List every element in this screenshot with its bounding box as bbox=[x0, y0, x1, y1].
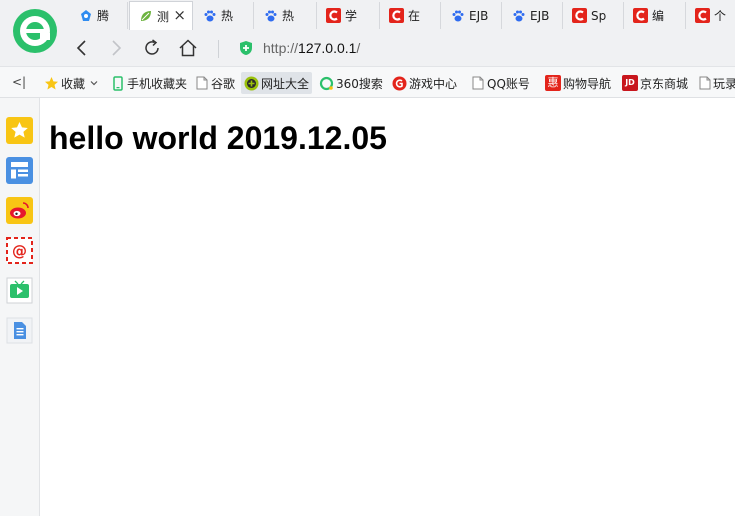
tab-title: 热 bbox=[221, 9, 234, 23]
spring-leaf-icon bbox=[138, 9, 153, 24]
tab-csdn-5[interactable]: 个 bbox=[687, 2, 735, 29]
page-icon bbox=[699, 76, 711, 91]
bookmark-url-directory[interactable]: 网址大全 bbox=[241, 72, 313, 94]
sidebar-toggle-icon[interactable]: <| bbox=[12, 75, 26, 89]
bookmark-label: QQ账号 bbox=[487, 76, 530, 91]
csdn-icon bbox=[326, 8, 341, 23]
bookmark-label: 手机收藏夹 bbox=[127, 76, 188, 91]
tencent-icon bbox=[78, 8, 93, 23]
hui-glyph: 惠 bbox=[547, 76, 559, 89]
bookmark-360-search[interactable]: 360搜索 bbox=[319, 74, 383, 92]
page-viewport: hello world 2019.12.05 bbox=[40, 98, 735, 516]
weibo-icon[interactable] bbox=[6, 197, 33, 224]
bookmark-label: 玩录 bbox=[713, 76, 735, 91]
bookmark-label: 360搜索 bbox=[336, 76, 383, 91]
side-panel: @ bbox=[0, 98, 40, 516]
toolbar-divider bbox=[218, 40, 219, 58]
jd-glyph: JD bbox=[625, 78, 635, 87]
bookmark-label: 京东商城 bbox=[640, 76, 689, 91]
bookmark-shopping-nav[interactable]: 惠 购物导航 bbox=[545, 74, 611, 92]
baidu-paw-icon bbox=[263, 8, 278, 23]
bookmark-jd-mall[interactable]: JD 京东商城 bbox=[622, 74, 688, 92]
tab-csdn-2[interactable]: 在 bbox=[381, 2, 441, 29]
bookmark-game-center[interactable]: 游戏中心 bbox=[392, 74, 457, 92]
reload-icon[interactable] bbox=[140, 36, 164, 60]
plus-circle-icon bbox=[244, 76, 259, 91]
star-icon bbox=[44, 76, 59, 91]
tab-strip: 腾 测 × 热 热 学 在 EJB EJB Sp 编 个 bbox=[70, 0, 735, 30]
url-host: 127.0.0.1 bbox=[298, 40, 357, 56]
notes-document-icon[interactable] bbox=[6, 317, 33, 344]
tab-csdn-4[interactable]: 编 bbox=[625, 2, 686, 29]
bookmark-label: 购物导航 bbox=[563, 76, 612, 91]
chevron-down-icon bbox=[90, 81, 98, 86]
tab-tencent[interactable]: 腾 bbox=[70, 2, 128, 29]
tab-title: 腾 bbox=[97, 9, 110, 23]
home-icon[interactable] bbox=[176, 36, 200, 60]
tab-title: 学 bbox=[345, 9, 358, 23]
bookmark-mobile-favorites[interactable]: 手机收藏夹 bbox=[110, 74, 187, 92]
bookmark-label: 谷歌 bbox=[211, 76, 236, 91]
bookmark-play-record[interactable]: 玩录 bbox=[699, 74, 735, 92]
bookmarks-bar: <| 收藏 手机收藏夹 谷歌 网址大全 360搜索 游戏中心 QQ账号 惠 购物… bbox=[0, 66, 735, 98]
page-heading: hello world 2019.12.05 bbox=[49, 120, 387, 156]
tab-baidu-2[interactable]: 热 bbox=[255, 2, 317, 29]
tab-title: Sp bbox=[591, 8, 607, 23]
news-list-icon[interactable] bbox=[6, 157, 33, 184]
bookmark-label: 网址大全 bbox=[261, 76, 310, 91]
page-icon bbox=[470, 76, 485, 91]
csdn-icon bbox=[633, 8, 648, 23]
baidu-paw-icon bbox=[450, 8, 465, 23]
browser-e-logo-icon[interactable] bbox=[10, 6, 60, 56]
navigation-bar: http://127.0.0.1/ bbox=[70, 30, 735, 66]
tab-title: EJB bbox=[469, 8, 489, 23]
hui-icon: 惠 bbox=[545, 75, 561, 91]
video-play-icon[interactable] bbox=[6, 277, 33, 304]
tab-baidu-ejb-1[interactable]: EJB bbox=[442, 2, 502, 29]
bookmark-google[interactable]: 谷歌 bbox=[194, 74, 235, 92]
tab-title: 热 bbox=[282, 9, 295, 23]
phone-icon bbox=[110, 75, 125, 91]
bookmark-label: 游戏中心 bbox=[409, 76, 458, 91]
favorites-star-icon[interactable] bbox=[6, 117, 33, 144]
tab-csdn-3[interactable]: Sp bbox=[564, 2, 624, 29]
mail-at-icon[interactable]: @ bbox=[6, 237, 33, 264]
tab-close-icon[interactable]: × bbox=[173, 7, 186, 23]
url-scheme: http:// bbox=[263, 40, 299, 56]
url-path: / bbox=[356, 40, 361, 56]
secure-shield-icon bbox=[240, 41, 252, 55]
baidu-paw-icon bbox=[511, 8, 526, 23]
csdn-icon bbox=[695, 8, 710, 23]
csdn-icon bbox=[572, 8, 587, 23]
tab-title: 个 bbox=[714, 9, 727, 23]
back-arrow-icon[interactable] bbox=[70, 36, 94, 60]
tab-title: 在 bbox=[408, 9, 421, 23]
jd-icon: JD bbox=[622, 75, 638, 91]
address-url[interactable]: http://127.0.0.1/ bbox=[263, 40, 360, 56]
bookmark-favorites[interactable]: 收藏 bbox=[44, 74, 99, 92]
bookmark-qq-account[interactable]: QQ账号 bbox=[470, 74, 530, 92]
baidu-paw-icon bbox=[202, 8, 217, 23]
page-icon bbox=[194, 76, 209, 91]
bookmark-label: 收藏 bbox=[61, 76, 86, 91]
tab-baidu-1[interactable]: 热 bbox=[194, 2, 254, 29]
tab-spring-active[interactable]: 测 × bbox=[129, 1, 193, 30]
browser-window: 腾 测 × 热 热 学 在 EJB EJB Sp 编 个 http://127.… bbox=[0, 0, 735, 516]
game-icon bbox=[392, 76, 407, 91]
tab-title: EJB bbox=[530, 8, 550, 23]
tab-baidu-ejb-2[interactable]: EJB bbox=[503, 2, 563, 29]
browser-chrome: 腾 测 × 热 热 学 在 EJB EJB Sp 编 个 http://127.… bbox=[0, 0, 735, 66]
tab-title: 编 bbox=[652, 9, 665, 23]
address-bar[interactable]: http://127.0.0.1/ bbox=[238, 34, 735, 62]
tab-title: 测 bbox=[157, 9, 170, 24]
at-glyph: @ bbox=[12, 241, 27, 260]
360-search-icon bbox=[319, 76, 334, 91]
tab-csdn-1[interactable]: 学 bbox=[318, 2, 380, 29]
forward-arrow-icon[interactable] bbox=[104, 36, 128, 60]
csdn-icon bbox=[389, 8, 404, 23]
